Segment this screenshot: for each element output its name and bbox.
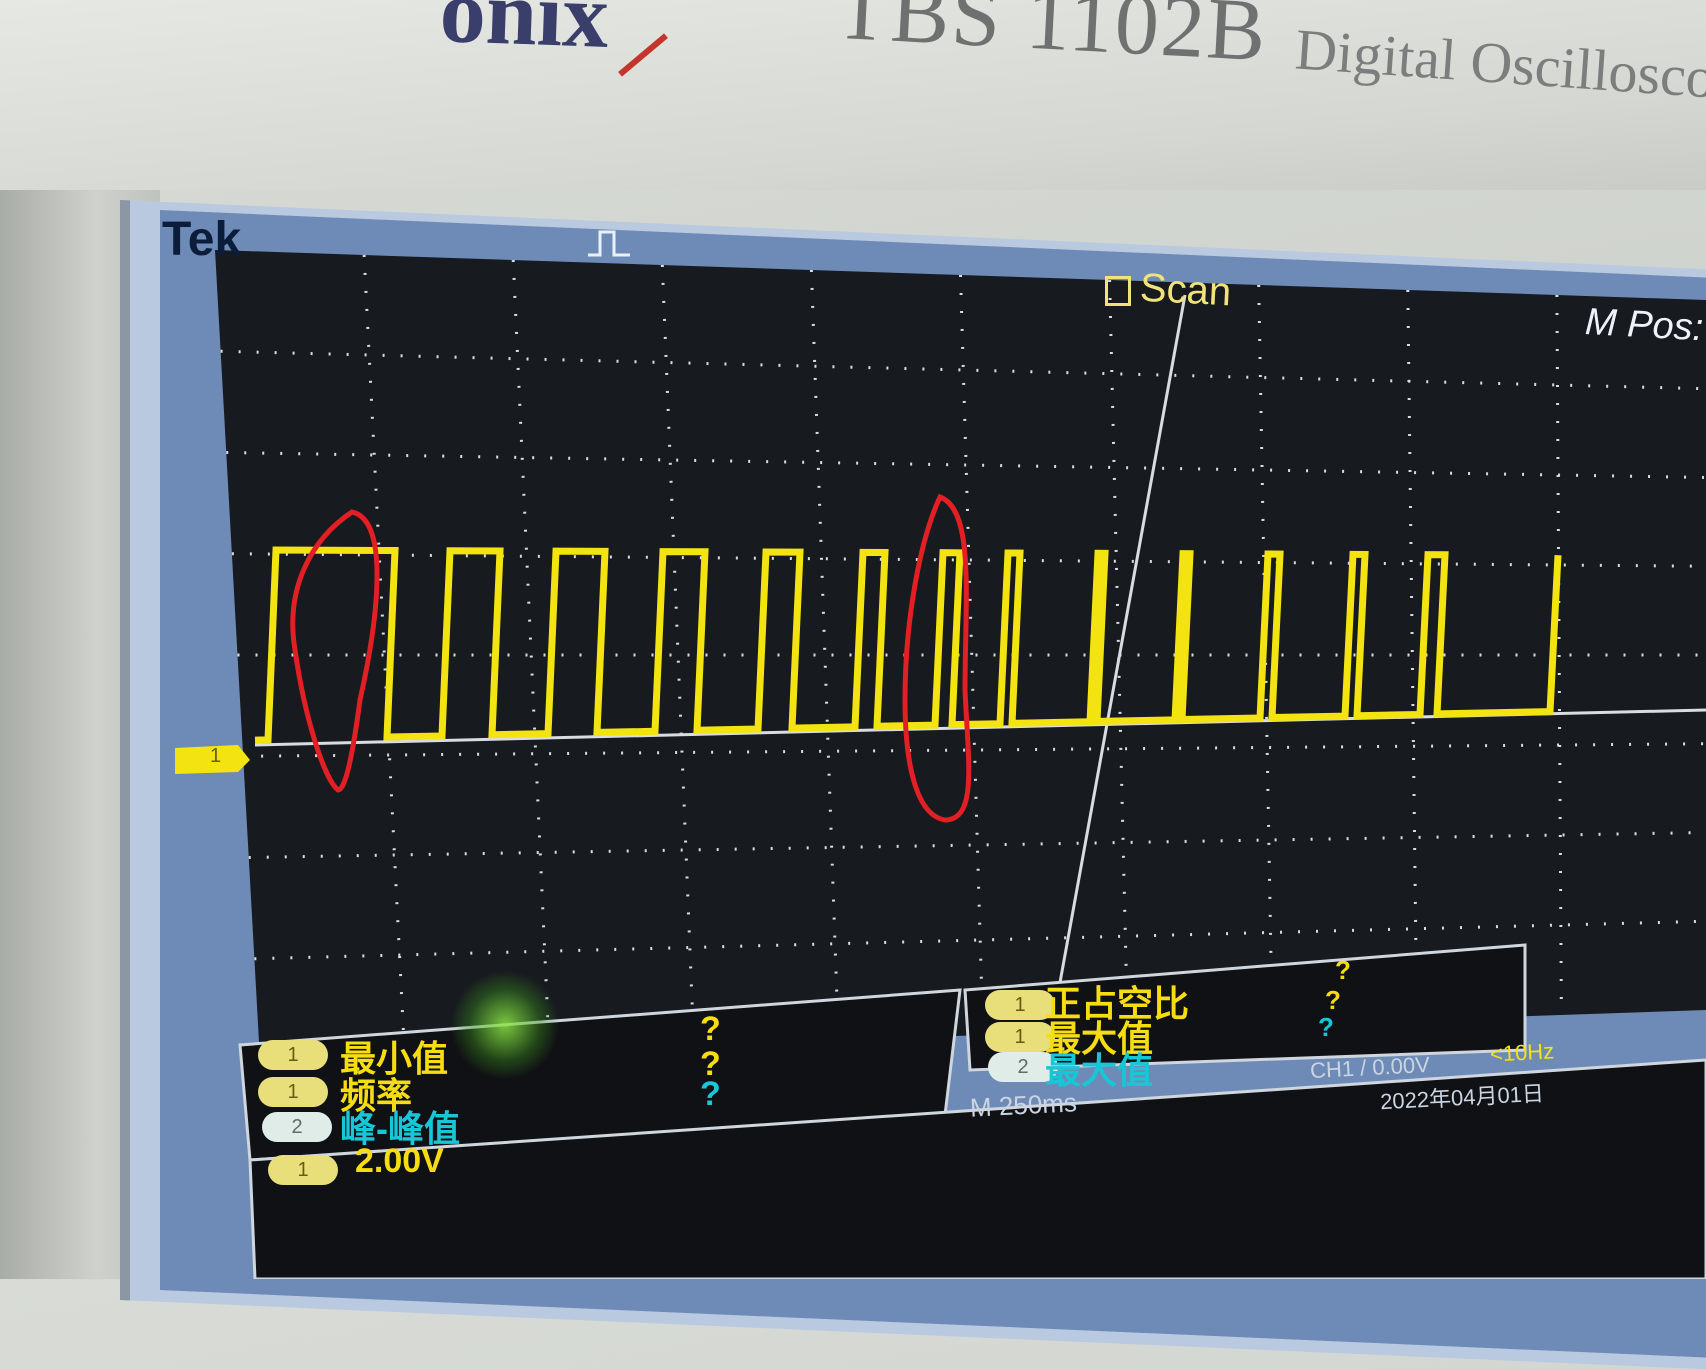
- graticule-area: [215, 250, 1706, 1060]
- acquisition-mode: Scan: [1138, 265, 1233, 315]
- ch1-marker-label: 1: [210, 745, 222, 767]
- trigger-pulse-icon: [588, 230, 630, 257]
- measure-value: ?: [700, 1010, 721, 1048]
- timebase: M 250ms: [969, 1087, 1078, 1123]
- measure-source-badge: 1: [258, 1077, 328, 1107]
- measure-value: ?: [700, 1075, 721, 1113]
- measure-source-badge: 1: [258, 1040, 328, 1070]
- measure-label: 最大值: [1045, 1050, 1154, 1091]
- measure-value: ?: [1318, 1012, 1334, 1042]
- trigger-frequency: <10Hz: [1489, 1038, 1555, 1067]
- tek-logo: Tek: [162, 213, 242, 266]
- measure-source-badge: 2: [262, 1112, 332, 1142]
- ch1-volts-per-div: 2.00V: [355, 1142, 444, 1180]
- ch1-badge: 1: [268, 1155, 338, 1185]
- acquisition-status-icon: [1105, 276, 1131, 306]
- measure-value: ?: [1335, 955, 1351, 985]
- horizontal-position: M Pos: 0: [1584, 301, 1706, 351]
- green-led-reflection: [450, 970, 560, 1080]
